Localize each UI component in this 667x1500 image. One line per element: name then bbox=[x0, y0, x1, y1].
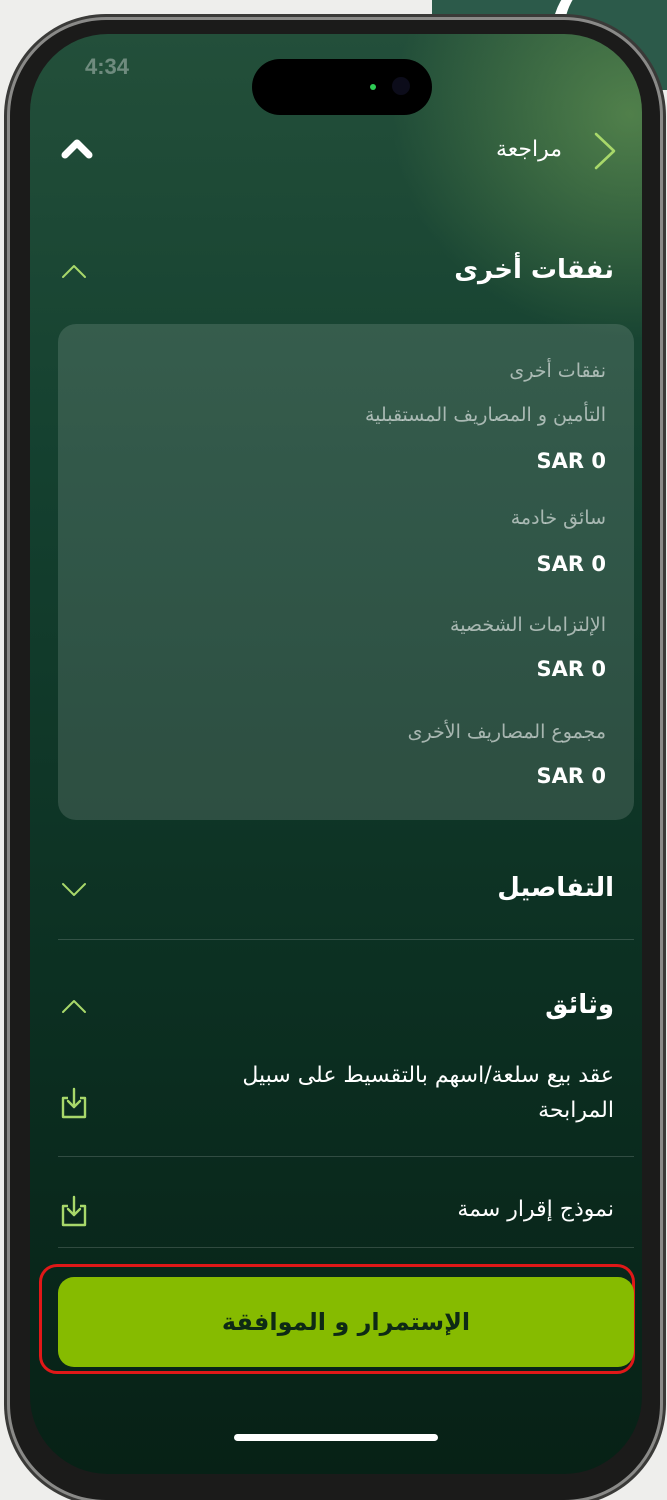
expense-label-personal-obligations: الإلتزامات الشخصية bbox=[450, 614, 606, 636]
expense-value-personal-obligations: SAR 0 bbox=[536, 657, 606, 681]
document-name-simah-declaration[interactable]: نموذج إقرار سمة bbox=[194, 1192, 614, 1227]
expense-value-driver-maid: SAR 0 bbox=[536, 552, 606, 576]
section-details-header[interactable]: التفاصيل bbox=[30, 867, 642, 917]
top-bar: مراجعة bbox=[30, 129, 642, 189]
collapse-up-icon[interactable] bbox=[60, 135, 94, 161]
camera-indicator-dot bbox=[370, 84, 376, 90]
expense-label-insurance: التأمين و المصاريف المستقبلية bbox=[365, 404, 606, 426]
section-documents-header[interactable]: وثائق bbox=[30, 984, 642, 1034]
back-chevron-icon[interactable] bbox=[592, 131, 618, 171]
chevron-down-icon bbox=[62, 883, 86, 896]
expense-label-total-other: مجموع المصاريف الأخرى bbox=[407, 721, 606, 743]
download-icon[interactable] bbox=[58, 1194, 90, 1228]
document-name-murabaha-contract[interactable]: عقد بيع سلعة/اسهم بالتقسيط على سبيل المر… bbox=[194, 1058, 614, 1128]
chevron-up-icon bbox=[62, 265, 86, 278]
download-icon[interactable] bbox=[58, 1086, 90, 1120]
expense-label-driver-maid: سائق خادمة bbox=[510, 507, 606, 529]
section-title-documents: وثائق bbox=[545, 990, 614, 1020]
status-time: 4:34 bbox=[85, 54, 130, 79]
page-title: مراجعة bbox=[495, 137, 562, 162]
expense-value-insurance: SAR 0 bbox=[536, 449, 606, 473]
divider bbox=[58, 939, 634, 940]
dynamic-island bbox=[252, 59, 432, 115]
front-camera bbox=[392, 77, 410, 95]
expense-value-total-other: SAR 0 bbox=[536, 764, 606, 788]
card-heading: نفقات أخرى bbox=[509, 360, 606, 382]
divider bbox=[58, 1247, 634, 1248]
phone-screen: 4:34 مراجعة نفقات أخرى نفقات أخرى التأمي… bbox=[30, 34, 642, 1474]
section-other-expenses-header[interactable]: نفقات أخرى bbox=[30, 249, 642, 299]
section-title-other-expenses: نفقات أخرى bbox=[454, 255, 614, 285]
divider bbox=[58, 1156, 634, 1157]
section-title-details: التفاصيل bbox=[497, 873, 614, 903]
other-expenses-card: نفقات أخرى التأمين و المصاريف المستقبلية… bbox=[58, 324, 634, 820]
continue-and-agree-button[interactable]: الإستمرار و الموافقة bbox=[58, 1277, 634, 1367]
home-indicator bbox=[234, 1434, 438, 1441]
chevron-up-icon bbox=[62, 1000, 86, 1013]
